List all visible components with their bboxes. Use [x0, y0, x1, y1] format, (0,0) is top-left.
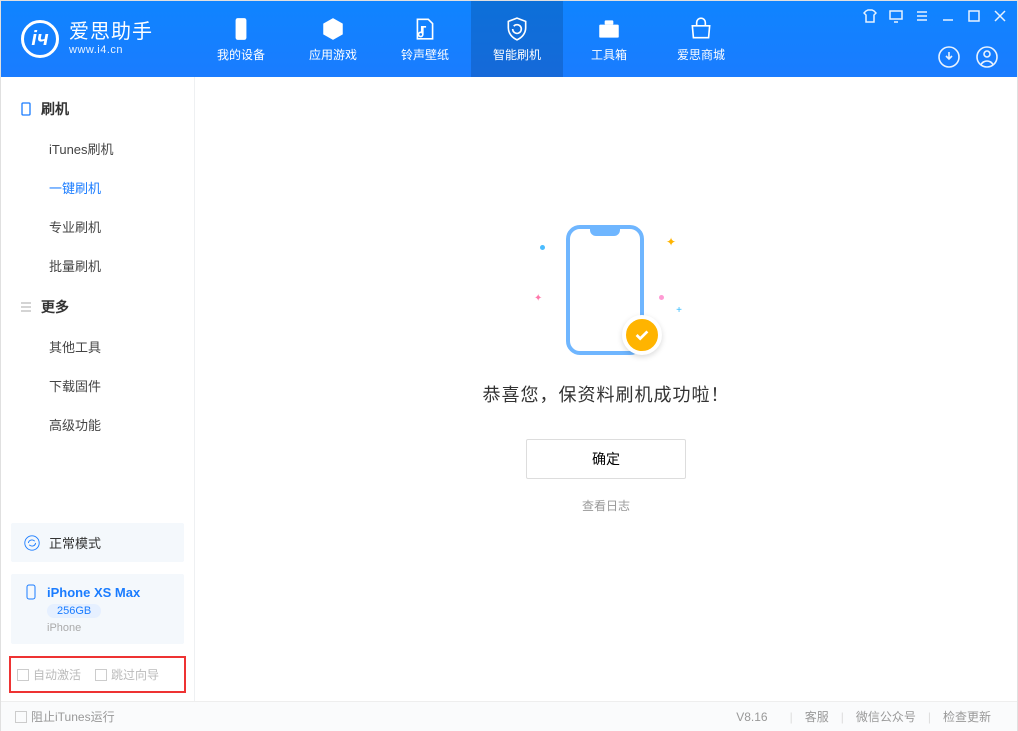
success-check-badge-icon — [622, 315, 662, 355]
device-mode-label: 正常模式 — [49, 533, 101, 552]
phone-outline-icon — [19, 102, 33, 116]
main-content: ✦✦+ 恭喜您，保资料刷机成功啦！ 确定 查看日志 — [195, 77, 1017, 701]
cube-icon — [320, 16, 346, 42]
shirt-icon[interactable] — [863, 9, 877, 23]
version-label: V8.16 — [736, 710, 767, 724]
sidebar-group-flash: 刷机 — [1, 87, 194, 129]
checkbox-skip-guide[interactable]: 跳过向导 — [95, 666, 159, 683]
logo-subtitle: www.i4.cn — [69, 44, 153, 57]
sidebar: 刷机 iTunes刷机 一键刷机 专业刷机 批量刷机 更多 其他工具 下载固件 … — [1, 77, 195, 701]
device-mode-card[interactable]: 正常模式 — [11, 523, 184, 562]
checkbox-icon — [17, 669, 29, 681]
sidebar-item-pro-flash[interactable]: 专业刷机 — [1, 207, 194, 246]
sidebar-item-itunes-flash[interactable]: iTunes刷机 — [1, 129, 194, 168]
device-icon — [228, 16, 254, 42]
sidebar-item-oneclick-flash[interactable]: 一键刷机 — [1, 168, 194, 207]
nav-apps-games[interactable]: 应用游戏 — [287, 1, 379, 77]
status-bar: 阻止iTunes运行 V8.16 | 客服 | 微信公众号 | 检查更新 — [1, 701, 1017, 731]
bottom-options-highlighted: 自动激活 跳过向导 — [9, 656, 186, 693]
checkbox-auto-activate[interactable]: 自动激活 — [17, 666, 81, 683]
window-controls — [863, 9, 1007, 23]
nav-toolbox[interactable]: 工具箱 — [563, 1, 655, 77]
footer-link-check-update[interactable]: 检查更新 — [943, 708, 991, 725]
footer-link-wechat[interactable]: 微信公众号 — [856, 708, 916, 725]
sync-mode-icon — [23, 534, 41, 552]
toolbox-icon — [596, 16, 622, 42]
refresh-shield-icon — [504, 16, 530, 42]
feedback-icon[interactable] — [889, 9, 903, 23]
sidebar-item-download-firmware[interactable]: 下载固件 — [1, 366, 194, 405]
device-type: iPhone — [47, 622, 172, 634]
menu-icon[interactable] — [915, 9, 929, 23]
success-illustration: ✦✦+ — [526, 205, 686, 365]
checkbox-block-itunes[interactable]: 阻止iTunes运行 — [15, 708, 115, 725]
nav-ringtone-wallpaper[interactable]: 铃声壁纸 — [379, 1, 471, 77]
logo-title: 爱思助手 — [69, 21, 153, 44]
nav-store[interactable]: 爱思商城 — [655, 1, 747, 77]
minimize-icon[interactable] — [941, 9, 955, 23]
phone-icon — [23, 584, 39, 600]
app-logo-icon: iч — [21, 20, 59, 58]
checkbox-icon — [15, 711, 27, 723]
checkbox-icon — [95, 669, 107, 681]
sidebar-item-advanced[interactable]: 高级功能 — [1, 405, 194, 444]
maximize-icon[interactable] — [967, 9, 981, 23]
app-header: iч 爱思助手 www.i4.cn 我的设备 应用游戏 铃声壁纸 智能刷机 工具… — [1, 1, 1017, 77]
footer-link-support[interactable]: 客服 — [805, 708, 829, 725]
close-icon[interactable] — [993, 9, 1007, 23]
sidebar-group-more: 更多 — [1, 285, 194, 327]
sidebar-item-batch-flash[interactable]: 批量刷机 — [1, 246, 194, 285]
device-name: iPhone XS Max — [47, 585, 140, 600]
view-log-link[interactable]: 查看日志 — [582, 497, 630, 514]
device-card[interactable]: iPhone XS Max 256GB iPhone — [11, 574, 184, 644]
header-right-actions — [937, 45, 999, 69]
confirm-button[interactable]: 确定 — [526, 439, 686, 479]
success-message: 恭喜您，保资料刷机成功啦！ — [483, 381, 730, 407]
sidebar-item-other-tools[interactable]: 其他工具 — [1, 327, 194, 366]
nav-my-device[interactable]: 我的设备 — [195, 1, 287, 77]
download-center-icon[interactable] — [937, 45, 961, 69]
hamburger-icon — [19, 300, 33, 314]
music-file-icon — [412, 16, 438, 42]
logo-block: iч 爱思助手 www.i4.cn — [1, 1, 195, 77]
user-account-icon[interactable] — [975, 45, 999, 69]
nav-smart-flash[interactable]: 智能刷机 — [471, 1, 563, 77]
shop-icon — [688, 16, 714, 42]
device-capacity: 256GB — [47, 604, 101, 618]
